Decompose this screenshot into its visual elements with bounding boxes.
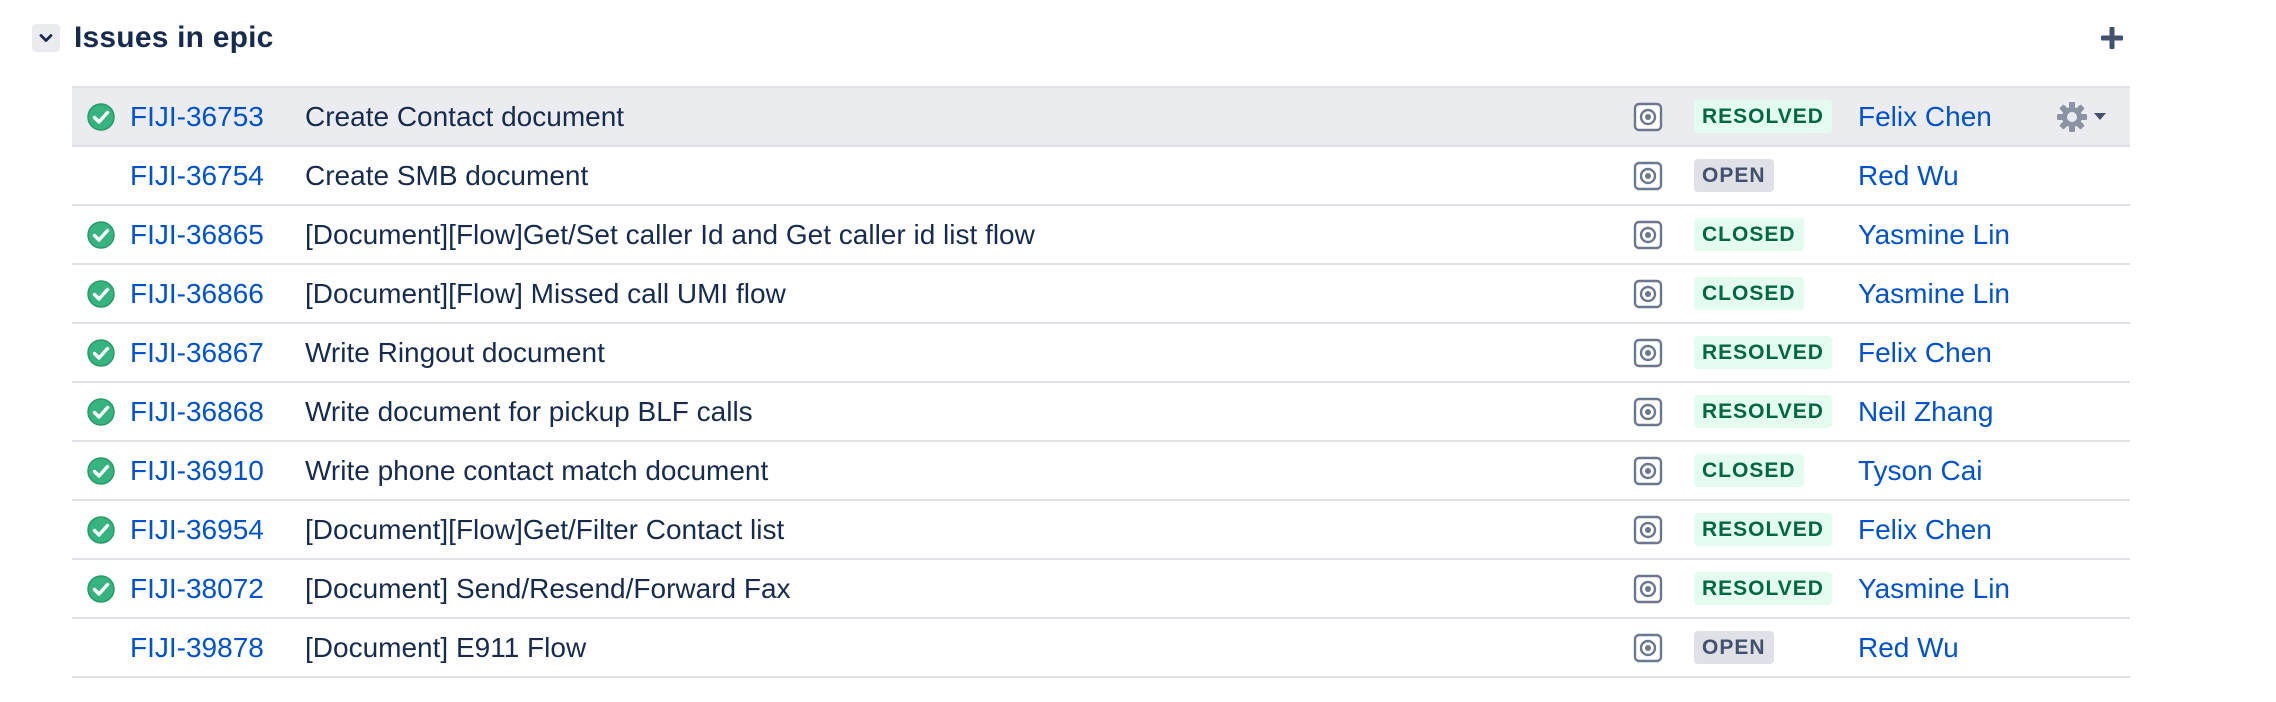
section-title: Issues in epic [74,21,274,54]
assignee-link[interactable]: Neil Zhang [1858,383,1993,440]
done-status [86,206,116,263]
issue-summary: [Document][Flow]Get/Filter Contact list [305,513,785,545]
issue-summary: [Document] Send/Resend/Forward Fax [305,572,791,604]
check-circle-icon [87,279,115,308]
task-icon [1632,324,1664,381]
issue-summary: Write Ringout document [305,336,605,368]
done-status [86,560,116,617]
assignee-link[interactable]: Yasmine Lin [1858,206,2010,263]
status-cell: RESOLVED [1694,560,1832,617]
issue-summary: Create Contact document [305,100,625,132]
issue-summary: Write document for pickup BLF calls [305,395,753,427]
status-badge: OPEN [1694,159,1774,192]
task-icon [1632,265,1664,322]
issue-summary: [Document] E911 Flow [305,631,587,663]
status-cell: OPEN [1694,147,1774,204]
task-icon [1632,147,1664,204]
check-circle-icon [87,397,115,426]
task-icon [1632,88,1664,145]
done-status [86,383,116,440]
issue-row[interactable]: FIJI-39878 [Document] E911 Flow OPEN Red… [72,619,2130,678]
assignee-link[interactable]: Yasmine Lin [1858,265,2010,322]
assignee-link[interactable]: Yasmine Lin [1858,560,2010,617]
assignee-link[interactable]: Felix Chen [1858,501,1992,558]
issue-key-link[interactable]: FIJI-38072 [130,560,264,617]
issue-summary: [Document][Flow]Get/Set caller Id and Ge… [305,218,1035,250]
check-circle-icon [87,102,115,131]
task-icon [1632,501,1664,558]
issue-row[interactable]: FIJI-36754 Create SMB document OPEN Red … [72,147,2130,206]
issue-key-link[interactable]: FIJI-36867 [130,324,264,381]
status-badge: RESOLVED [1694,336,1832,369]
issue-summary: [Document][Flow] Missed call UMI flow [305,277,786,309]
issue-row[interactable]: FIJI-36910 Write phone contact match doc… [72,442,2130,501]
issue-key-link[interactable]: FIJI-36954 [130,501,264,558]
gear-icon [2057,101,2106,132]
task-icon [1632,442,1664,499]
done-status [86,619,116,676]
task-icon [1632,619,1664,676]
check-circle-icon [87,220,115,249]
collapse-toggle[interactable] [32,24,60,52]
check-circle-icon [87,338,115,367]
issue-key-link[interactable]: FIJI-36753 [130,88,264,145]
chevron-down-icon [39,34,53,42]
row-actions-button[interactable] [2052,88,2116,145]
status-cell: OPEN [1694,619,1774,676]
issue-row[interactable]: FIJI-36867 Write Ringout document RESOLV… [72,324,2130,383]
status-cell: RESOLVED [1694,88,1832,145]
issue-row[interactable]: FIJI-36865 [Document][Flow]Get/Set calle… [72,206,2130,265]
done-status [86,501,116,558]
status-badge: OPEN [1694,631,1774,664]
status-cell: RESOLVED [1694,324,1832,381]
section-header: Issues in epic [32,18,274,58]
status-badge: CLOSED [1694,277,1804,310]
task-icon [1632,383,1664,440]
issue-key-link[interactable]: FIJI-36866 [130,265,264,322]
issue-row[interactable]: FIJI-36954 [Document][Flow]Get/Filter Co… [72,501,2130,560]
assignee-link[interactable]: Red Wu [1858,147,1959,204]
assignee-link[interactable]: Felix Chen [1858,324,1992,381]
check-circle-icon [87,515,115,544]
done-status [86,324,116,381]
status-badge: CLOSED [1694,454,1804,487]
issue-key-link[interactable]: FIJI-39878 [130,619,264,676]
status-cell: CLOSED [1694,206,1804,263]
status-badge: RESOLVED [1694,395,1832,428]
plus-icon [2101,27,2123,49]
issues-table: FIJI-36753 Create Contact document RESOL… [72,86,2130,678]
done-status [86,442,116,499]
done-status [86,88,116,145]
status-badge: RESOLVED [1694,572,1832,605]
assignee-link[interactable]: Felix Chen [1858,88,1992,145]
issue-row[interactable]: FIJI-36868 Write document for pickup BLF… [72,383,2130,442]
status-cell: CLOSED [1694,265,1804,322]
status-badge: RESOLVED [1694,100,1832,133]
status-badge: CLOSED [1694,218,1804,251]
task-icon [1632,560,1664,617]
issue-key-link[interactable]: FIJI-36865 [130,206,264,263]
issue-row[interactable]: FIJI-38072 [Document] Send/Resend/Forwar… [72,560,2130,619]
issue-summary: Create SMB document [305,159,589,191]
task-icon [1632,206,1664,263]
issue-row[interactable]: FIJI-36753 Create Contact document RESOL… [72,88,2130,147]
issue-row[interactable]: FIJI-36866 [Document][Flow] Missed call … [72,265,2130,324]
check-circle-icon [87,574,115,603]
assignee-link[interactable]: Red Wu [1858,619,1959,676]
status-cell: CLOSED [1694,442,1804,499]
done-status [86,265,116,322]
status-cell: RESOLVED [1694,501,1832,558]
done-status [86,147,116,204]
add-issue-button[interactable] [2094,20,2130,56]
assignee-link[interactable]: Tyson Cai [1858,442,1983,499]
status-cell: RESOLVED [1694,383,1832,440]
issue-summary: Write phone contact match document [305,454,769,486]
issue-key-link[interactable]: FIJI-36910 [130,442,264,499]
issue-key-link[interactable]: FIJI-36868 [130,383,264,440]
issue-key-link[interactable]: FIJI-36754 [130,147,264,204]
status-badge: RESOLVED [1694,513,1832,546]
check-circle-icon [87,456,115,485]
